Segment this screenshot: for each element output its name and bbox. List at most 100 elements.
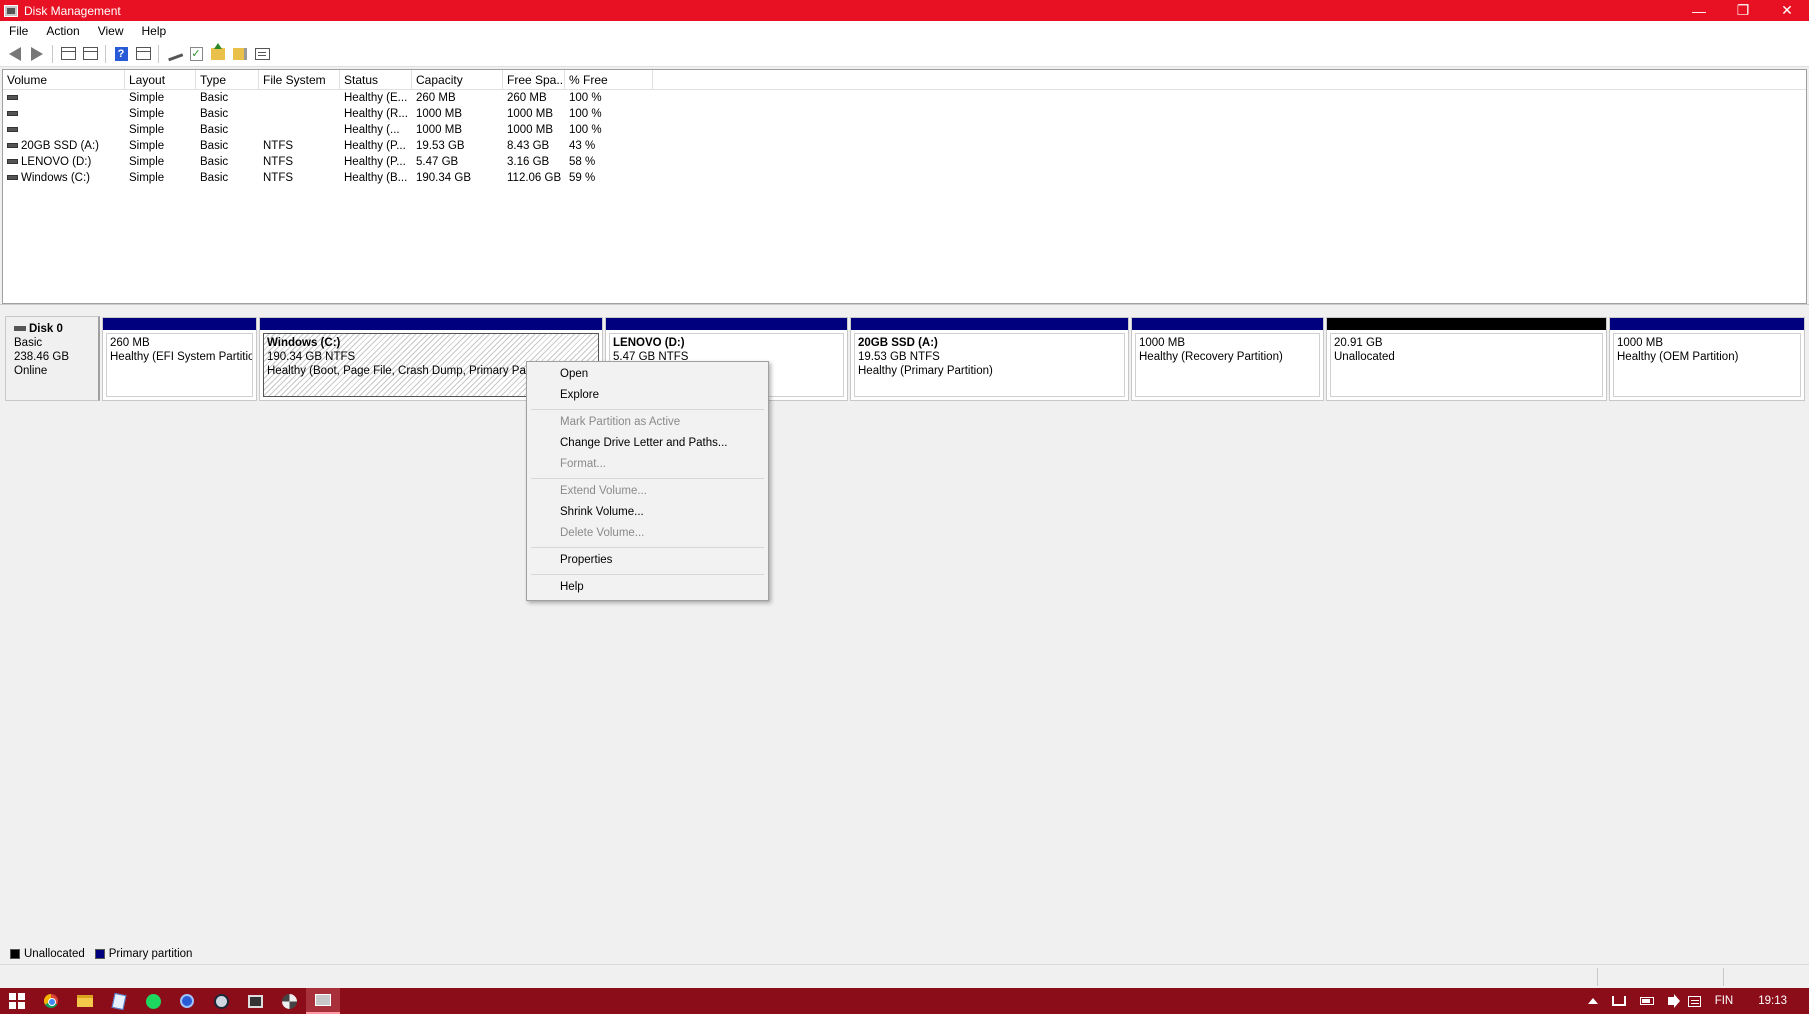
menu-item-open[interactable]: Open [529, 364, 766, 385]
cell-status: Healthy (R... [344, 108, 408, 120]
taskbar-notepad[interactable] [102, 988, 136, 1014]
table-row[interactable]: Simple Basic Healthy (E... 260 MB 260 MB… [3, 90, 1806, 106]
table-row[interactable]: Simple Basic Healthy (... 1000 MB 1000 M… [3, 122, 1806, 138]
table-row[interactable]: 20GB SSD (A:) Simple Basic NTFS Healthy … [3, 138, 1806, 154]
context-menu: Open Explore Mark Partition as Active Ch… [526, 361, 769, 601]
chrome-icon [44, 994, 58, 1008]
drive-icon [7, 159, 18, 165]
system-tray: FIN 19:13 [1581, 988, 1809, 1014]
drive-icon [7, 95, 18, 101]
cell-file-system: NTFS [263, 172, 294, 184]
table-row[interactable]: Simple Basic Healthy (R... 1000 MB 1000 … [3, 106, 1806, 122]
partition-oem[interactable]: 1000 MB Healthy (OEM Partition) [1609, 317, 1805, 401]
close-button[interactable]: ✕ [1765, 0, 1809, 21]
menu-separator [531, 409, 764, 410]
toolbar-separator [105, 44, 106, 63]
menu-item-properties[interactable]: Properties [529, 550, 766, 571]
start-button[interactable] [0, 988, 34, 1014]
cell-layout: Simple [129, 172, 165, 184]
primary-partition-band [1610, 318, 1804, 330]
taskbar-steam[interactable] [204, 988, 238, 1014]
taskbar-chrome[interactable] [34, 988, 68, 1014]
cell-capacity: 1000 MB [416, 124, 463, 136]
cell-capacity: 260 MB [416, 92, 456, 104]
notepad-icon [111, 992, 127, 1010]
volume-list[interactable]: Volume Layout Type File System Status Ca… [2, 69, 1807, 304]
cell-percent-free: 43 % [569, 140, 596, 152]
table-row[interactable]: Windows (C:) Simple Basic NTFS Healthy (… [3, 170, 1806, 186]
column-status[interactable]: Status [340, 70, 412, 89]
partition-size: 1000 MB [1139, 337, 1186, 349]
partition-recovery[interactable]: 1000 MB Healthy (Recovery Partition) [1131, 317, 1324, 401]
minimize-button[interactable]: — [1677, 0, 1721, 21]
taskbar-disk-management[interactable] [306, 988, 340, 1014]
menu-item-format: Format... [560, 458, 607, 470]
clock[interactable]: 19:13 [1740, 995, 1809, 1007]
menu-bar: File Action View Help [0, 21, 1809, 41]
partition-efi[interactable]: 260 MB Healthy (EFI System Partition [102, 317, 257, 401]
restore-button[interactable]: ❐ [1721, 0, 1765, 21]
settings-grid-icon [135, 47, 151, 60]
show-hide-console-tree-button[interactable] [57, 44, 79, 64]
cell-status: Healthy (P... [344, 140, 406, 152]
menu-view[interactable]: View [89, 24, 133, 38]
help-icon: ? [114, 46, 128, 61]
taskbar-spotify[interactable] [136, 988, 170, 1014]
cell-type: Basic [200, 140, 229, 152]
folder-edit-button[interactable] [229, 44, 251, 64]
key-icon [165, 46, 183, 61]
cell-status: Healthy (P... [344, 156, 406, 168]
speaker-icon [1667, 994, 1680, 1008]
taskbar-thunderbird[interactable] [170, 988, 204, 1014]
menu-action[interactable]: Action [37, 24, 88, 38]
primary-partition-band [606, 318, 847, 330]
steam-icon [213, 993, 229, 1009]
menu-item-shrink-volume[interactable]: Shrink Volume... [529, 502, 766, 523]
column-volume[interactable]: Volume [3, 70, 125, 89]
back-button[interactable] [4, 44, 26, 64]
input-language[interactable]: FIN [1708, 995, 1741, 1007]
battery-button[interactable] [1633, 997, 1661, 1005]
connect-button[interactable] [163, 44, 185, 64]
column-capacity[interactable]: Capacity [412, 70, 503, 89]
spotify-icon [145, 993, 161, 1009]
partition-20gb-ssd-a[interactable]: 20GB SSD (A:) 19.53 GB NTFS Healthy (Pri… [850, 317, 1129, 401]
column-type[interactable]: Type [196, 70, 259, 89]
partition-unallocated[interactable]: 20.91 GB Unallocated [1326, 317, 1607, 401]
view-button[interactable] [79, 44, 101, 64]
disk-type: Basic [14, 337, 43, 349]
network-button[interactable] [1605, 996, 1633, 1006]
cell-file-system: NTFS [263, 140, 294, 152]
folder-up-button[interactable] [207, 42, 229, 64]
properties-button[interactable] [251, 44, 273, 64]
cell-capacity: 1000 MB [416, 108, 463, 120]
cell-volume [3, 108, 125, 120]
unallocated-band [1327, 318, 1606, 330]
taskbar-file-explorer[interactable] [68, 988, 102, 1014]
column-layout[interactable]: Layout [125, 70, 196, 89]
menu-item-help[interactable]: Help [529, 577, 766, 598]
window-controls: — ❐ ✕ [1677, 0, 1809, 21]
check-button[interactable]: ✓ [185, 44, 207, 64]
menu-item-change-drive-letter[interactable]: Change Drive Letter and Paths... [529, 433, 766, 454]
column-free-space[interactable]: Free Spa... [503, 70, 565, 89]
notifications-button[interactable] [1681, 995, 1708, 1007]
show-hidden-icons-button[interactable] [1581, 998, 1605, 1004]
taskbar-pinwheel-app[interactable] [272, 988, 306, 1014]
menu-help[interactable]: Help [133, 24, 176, 38]
menu-file[interactable]: File [0, 24, 37, 38]
column-percent-free[interactable]: % Free [565, 70, 653, 89]
menu-item-explore[interactable]: Explore [529, 385, 766, 406]
volume-button[interactable] [1661, 994, 1681, 1008]
column-file-system[interactable]: File System [259, 70, 340, 89]
windows-logo-icon [9, 993, 25, 1009]
help-button[interactable]: ? [110, 44, 132, 64]
cell-free-space: 1000 MB [507, 108, 554, 120]
settings-button[interactable] [132, 44, 154, 64]
table-row[interactable]: LENOVO (D:) Simple Basic NTFS Healthy (P… [3, 154, 1806, 170]
disk-0-label[interactable]: Disk 0 Basic 238.46 GB Online [5, 316, 100, 401]
partition-info: 260 MB Healthy (EFI System Partition [106, 333, 253, 397]
forward-button[interactable] [26, 44, 48, 64]
partition-status: Healthy (Recovery Partition) [1139, 351, 1283, 363]
taskbar-media-app[interactable] [238, 988, 272, 1014]
